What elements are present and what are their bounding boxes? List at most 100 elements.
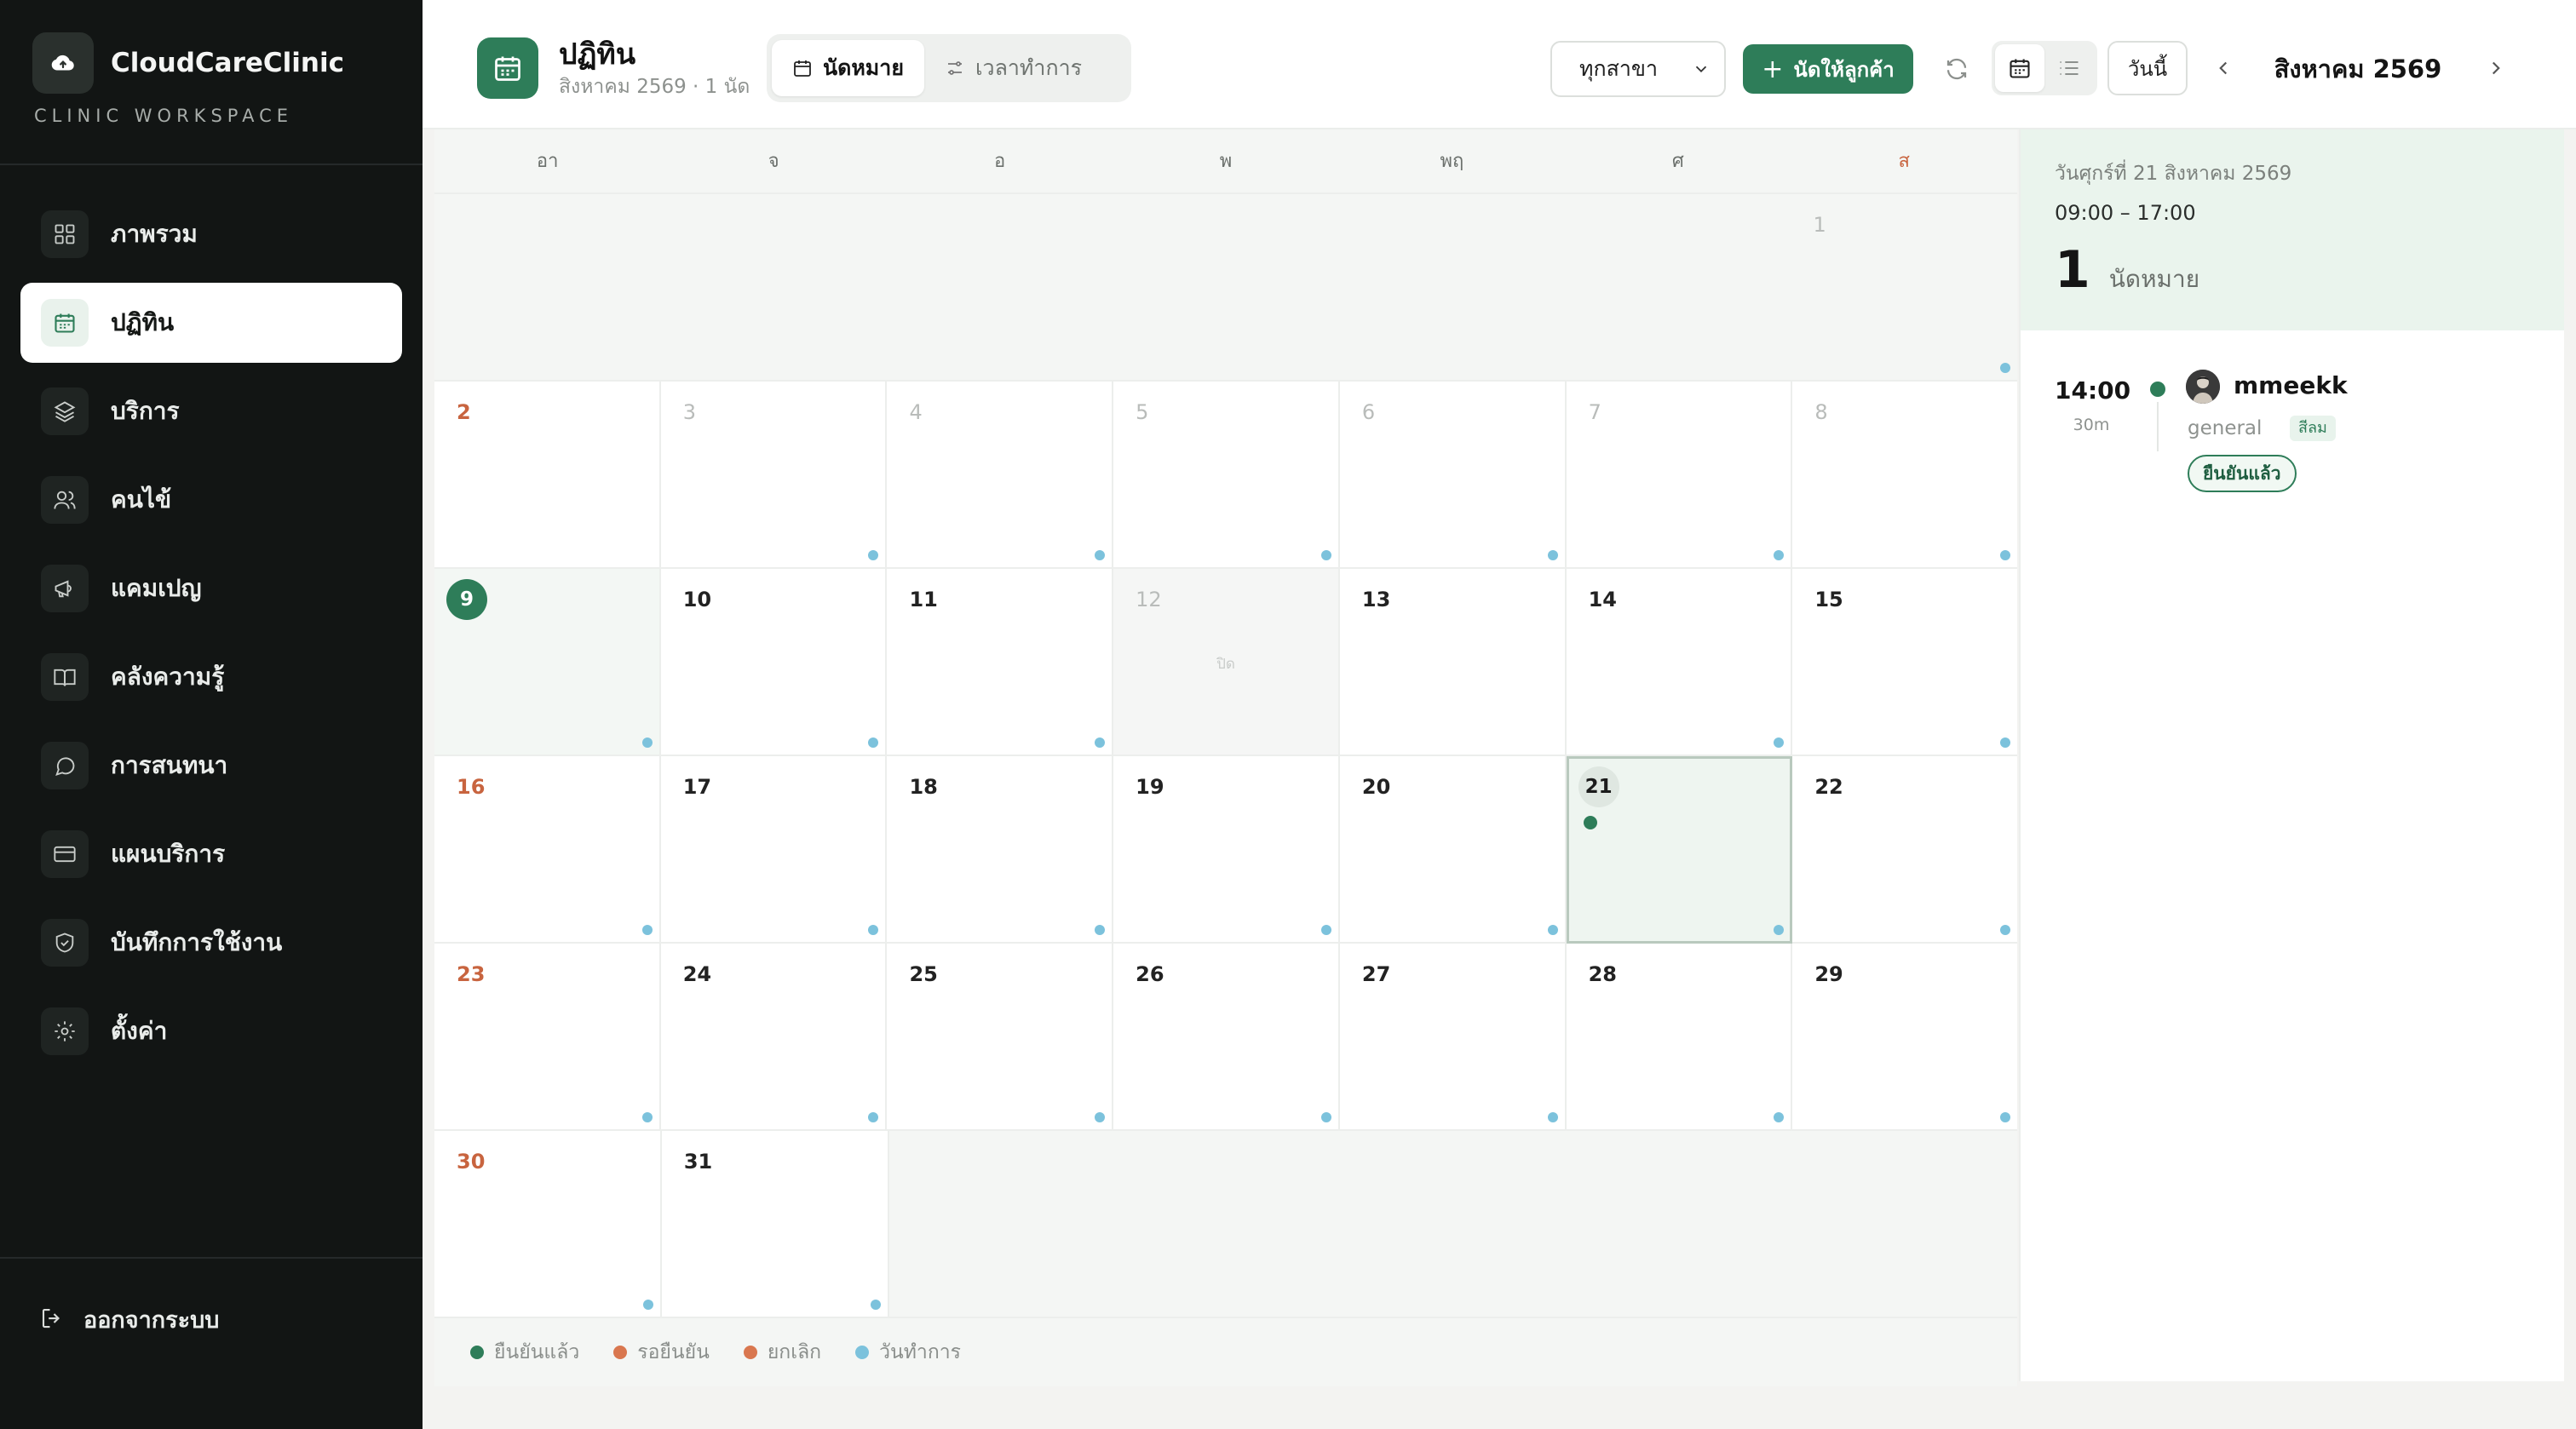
tab-label: เวลาทำการ [975, 55, 1083, 80]
day-cell[interactable]: 3 [660, 382, 888, 569]
appointment-count: 1 นัดหมาย [2055, 240, 2199, 300]
day-cell[interactable]: 18 [887, 756, 1114, 944]
workday-dot [642, 1300, 653, 1310]
day-number: 27 [1361, 962, 1391, 986]
day-cell[interactable]: 26 [1113, 944, 1340, 1131]
users-icon [41, 476, 89, 524]
day-cell[interactable]: 19 [1113, 756, 1340, 944]
workday-dot [1320, 1112, 1331, 1122]
day-cell-empty [1565, 194, 1791, 382]
day-cell[interactable]: 29 [1792, 944, 2018, 1131]
page-subtitle: สิงหาคม 2569 · 1 นัด [559, 76, 750, 98]
day-cell-empty [1114, 1131, 1341, 1318]
day-cell[interactable]: 28 [1566, 944, 1793, 1131]
calendar-icon [2010, 59, 2030, 78]
day-cell[interactable]: 1 [1791, 194, 2017, 382]
tab-appointments[interactable]: นัดหมาย [772, 40, 924, 96]
working-hours: 09:00 – 17:00 [2055, 201, 2196, 225]
branch-select[interactable]: ทุกสาขา [1550, 41, 1726, 97]
day-number: 4 [909, 400, 923, 424]
weekday-label: พ [1219, 151, 1233, 172]
sidebar-item-label: บันทึกการใช้งาน [111, 928, 283, 956]
workday-dot [1774, 550, 1785, 560]
sidebar-item-calendar[interactable]: ปฏิทิน [20, 283, 402, 363]
today-button[interactable]: วันนี้ [2107, 41, 2188, 95]
day-number: 28 [1588, 962, 1617, 986]
status-legend: ยืนยันแล้ว รอยืนยัน ยกเลิก วันทำการ [434, 1318, 2017, 1386]
day-cell[interactable]: 17 [660, 756, 888, 944]
sidebar-item-overview[interactable]: ภาพรวม [20, 194, 402, 274]
day-cell[interactable]: 8 [1792, 382, 2018, 569]
avatar [2186, 370, 2220, 404]
refresh-button[interactable] [1937, 49, 1976, 89]
book-for-customer-button[interactable]: + นัดให้ลูกค้า [1743, 44, 1913, 94]
day-number: 19 [1136, 775, 1164, 799]
day-cell-closed[interactable]: 12 ปิด [1113, 569, 1340, 756]
legend-dot [855, 1346, 870, 1359]
sidebar-item-patients[interactable]: คนไข้ [20, 460, 402, 540]
day-number: 31 [683, 1150, 713, 1174]
workday-dot [1774, 737, 1785, 748]
workday-dot [1095, 737, 1106, 748]
day-cell[interactable]: 20 [1339, 756, 1567, 944]
day-cell[interactable]: 13 [1339, 569, 1567, 756]
status-badge: ยืนยันแล้ว [2188, 455, 2297, 492]
day-cell[interactable]: 4 [887, 382, 1114, 569]
appointment-card[interactable]: 14:00 30m mmeekk general สีลม ยืนยันแล้ว [2055, 359, 2532, 496]
sliders-icon [947, 61, 962, 75]
day-cell[interactable]: 5 [1113, 382, 1340, 569]
day-number: 23 [457, 962, 486, 986]
plus-icon: + [1762, 54, 1784, 84]
prev-month-button[interactable] [2203, 48, 2244, 89]
day-cell[interactable]: 30 [434, 1131, 662, 1318]
day-cell[interactable]: 15 [1792, 569, 2018, 756]
day-number: 8 [1814, 400, 1828, 424]
day-cell[interactable]: 27 [1339, 944, 1567, 1131]
brand[interactable]: CloudCareClinic [32, 32, 344, 94]
sidebar-item-settings[interactable]: ตั้งค่า [20, 991, 402, 1071]
day-cell[interactable]: 25 [887, 944, 1114, 1131]
day-cell[interactable]: 2 [434, 382, 661, 569]
workday-dot [1095, 925, 1106, 935]
next-month-button[interactable] [2475, 48, 2516, 89]
tab-working-hours[interactable]: เวลาทำการ [924, 40, 1102, 96]
day-cell-empty [886, 194, 1113, 382]
sidebar-item-audit-log[interactable]: บันทึกการใช้งาน [20, 903, 402, 983]
day-cell[interactable]: 24 [660, 944, 888, 1131]
appointment-count-value: 1 [2055, 240, 2090, 300]
sidebar-item-services[interactable]: บริการ [20, 371, 402, 451]
day-cell[interactable]: 22 [1792, 756, 2018, 944]
day-number: 3 [682, 400, 696, 424]
sidebar-item-campaigns[interactable]: แคมเปญ [20, 548, 402, 628]
book-icon [41, 653, 89, 701]
list-icon [2060, 60, 2079, 76]
month-view-button[interactable] [1995, 44, 2044, 92]
chat-icon [41, 742, 89, 789]
day-cell[interactable]: 16 [434, 756, 661, 944]
grid-icon [41, 210, 89, 258]
calendar-week: 16 17 18 19 20 21 22 [434, 756, 2018, 944]
chevron-down-icon [1695, 66, 1707, 73]
book-button-label: นัดให้ลูกค้า [1793, 57, 1895, 82]
sidebar-item-plans[interactable]: แผนบริการ [20, 814, 402, 894]
logout-button[interactable]: ออกจากระบบ [39, 1301, 219, 1338]
day-cell-today[interactable]: 9 [434, 569, 661, 756]
day-cell[interactable]: 31 [661, 1131, 889, 1318]
list-view-button[interactable] [2044, 44, 2094, 92]
sidebar-item-label: คลังความรู้ [111, 663, 225, 691]
tab-label: นัดหมาย [823, 55, 904, 80]
appointment-dot [1583, 816, 1597, 829]
sidebar-item-knowledge[interactable]: คลังความรู้ [20, 637, 402, 717]
calendar-icon [41, 299, 89, 347]
day-cell[interactable]: 11 [887, 569, 1114, 756]
day-number: 13 [1361, 588, 1391, 611]
day-cell[interactable]: 14 [1566, 569, 1793, 756]
sidebar-item-chat[interactable]: การสนทนา [20, 726, 402, 806]
day-cell-selected[interactable]: 21 [1566, 756, 1793, 944]
day-cell[interactable]: 10 [660, 569, 888, 756]
day-cell[interactable]: 6 [1339, 382, 1567, 569]
day-number: 5 [1136, 400, 1149, 424]
day-cell[interactable]: 23 [434, 944, 661, 1131]
day-cell[interactable]: 7 [1566, 382, 1793, 569]
workday-dot [1999, 363, 2010, 373]
